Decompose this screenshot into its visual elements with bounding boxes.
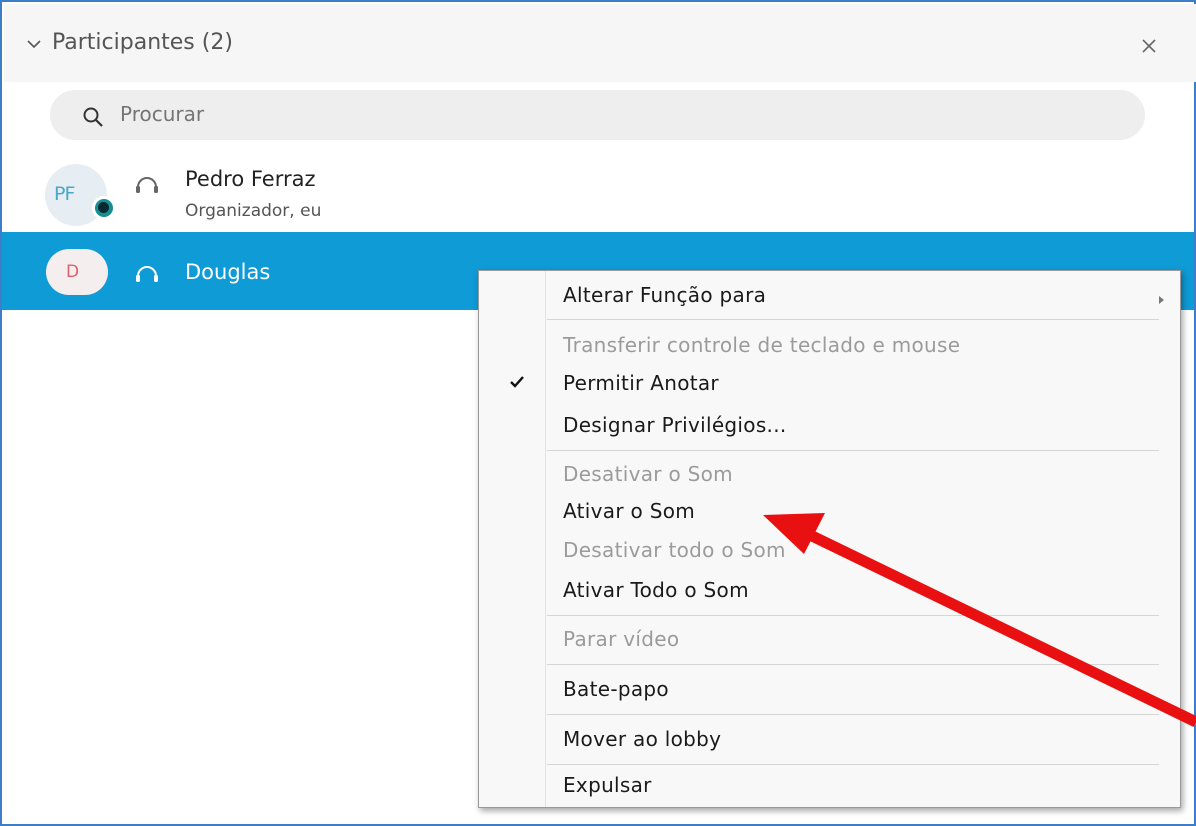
annotation-arrow <box>763 513 1196 727</box>
